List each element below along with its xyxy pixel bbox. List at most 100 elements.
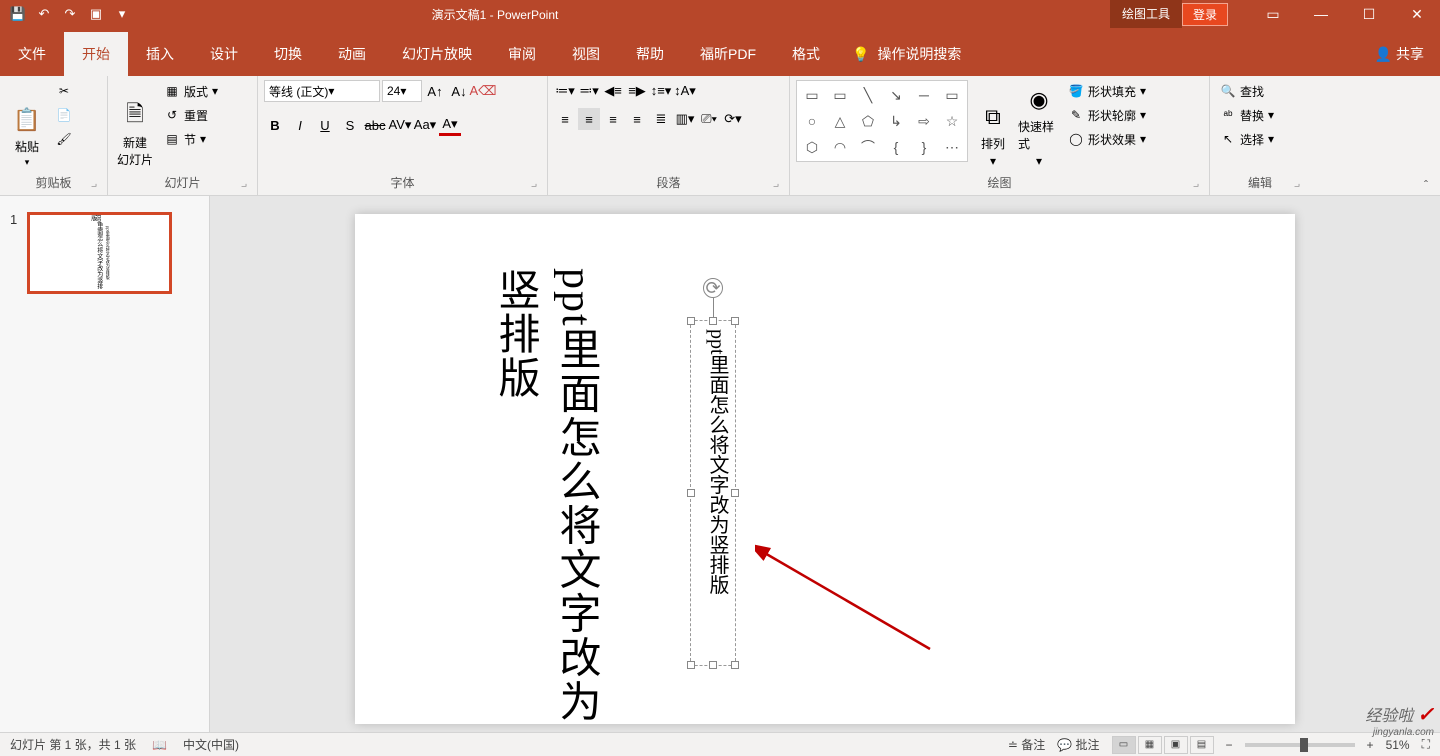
tell-me-search[interactable]: 💡 操作说明搜索 bbox=[838, 44, 975, 76]
zoom-slider[interactable] bbox=[1245, 743, 1355, 747]
comments-button[interactable]: 💬 批注 bbox=[1057, 736, 1099, 753]
layout-button[interactable]: ▦版式 ▾ bbox=[160, 80, 222, 102]
handle-tc[interactable] bbox=[709, 317, 717, 325]
align-right-button[interactable]: ≡ bbox=[602, 108, 624, 130]
thumbnail-item[interactable]: 1 ppt里面怎么将文字改为竖排版 ppt里面怎么将文字改为竖排版 bbox=[10, 212, 199, 294]
handle-br[interactable] bbox=[731, 661, 739, 669]
new-slide-button[interactable]: 🗎 新建 幻灯片 bbox=[114, 80, 156, 168]
small-vertical-text[interactable]: ppt里面怎么将文字改为竖排版 bbox=[703, 329, 732, 595]
selection-outline[interactable]: ppt里面怎么将文字改为竖排版 bbox=[690, 320, 736, 666]
spellcheck-icon[interactable]: 📖 bbox=[152, 738, 167, 752]
shape-effects-button[interactable]: ◯形状效果 ▾ bbox=[1064, 128, 1150, 150]
find-button[interactable]: 🔍查找 bbox=[1216, 80, 1278, 102]
copy-button[interactable]: 📄 bbox=[52, 104, 76, 126]
login-button[interactable]: 登录 bbox=[1182, 3, 1228, 26]
shapes-gallery[interactable]: ▭▭╲↘─▭ ○△⬠↳⇨☆ ⬡◠⌒{}⋯ bbox=[796, 80, 968, 162]
shape-textbox-icon[interactable]: ▭ bbox=[799, 83, 825, 107]
italic-button[interactable]: I bbox=[289, 114, 311, 136]
grow-font-button[interactable]: A↑ bbox=[424, 80, 446, 102]
font-size-select[interactable]: 24 ▾ bbox=[382, 80, 422, 102]
columns-button[interactable]: ▥▾ bbox=[674, 108, 696, 130]
bullets-button[interactable]: ≔▾ bbox=[554, 80, 576, 102]
zoom-out-button[interactable]: − bbox=[1226, 738, 1233, 752]
smartart-button[interactable]: ⟳▾ bbox=[722, 108, 744, 130]
selected-textbox[interactable]: ⟳ ppt里面怎么将文字改为竖排版 bbox=[690, 320, 736, 666]
ribbon-options-icon[interactable]: ▭ bbox=[1250, 0, 1296, 28]
justify-button[interactable]: ≡ bbox=[626, 108, 648, 130]
tab-slideshow[interactable]: 幻灯片放映 bbox=[384, 32, 490, 76]
slide[interactable]: ppt里面怎么将文字改为竖排版 ⟳ ppt里面怎么将文字改为竖排版 bbox=[355, 214, 1295, 724]
undo-icon[interactable]: ↶ bbox=[34, 4, 54, 24]
tab-format[interactable]: 格式 bbox=[774, 32, 838, 76]
zoom-in-button[interactable]: + bbox=[1367, 738, 1374, 752]
main-vertical-text[interactable]: ppt里面怎么将文字改为竖排版 bbox=[485, 268, 607, 724]
font-family-select[interactable]: 等线 (正文) ▾ bbox=[264, 80, 380, 102]
zoom-value[interactable]: 51% bbox=[1386, 738, 1410, 752]
language-button[interactable]: 中文(中国) bbox=[183, 736, 239, 753]
tab-file[interactable]: 文件 bbox=[0, 32, 64, 76]
handle-bc[interactable] bbox=[709, 661, 717, 669]
quick-styles-button[interactable]: ◉ 快速样式▾ bbox=[1018, 80, 1060, 168]
close-icon[interactable]: ✕ bbox=[1394, 0, 1440, 28]
shape-fill-button[interactable]: 🪣形状填充 ▾ bbox=[1064, 80, 1150, 102]
sorter-view-button[interactable]: ▦ bbox=[1138, 736, 1162, 754]
select-button[interactable]: ↖选择 ▾ bbox=[1216, 128, 1278, 150]
clear-format-button[interactable]: A⌫ bbox=[472, 80, 494, 102]
paste-button[interactable]: 📋 粘贴 ▾ bbox=[6, 80, 48, 168]
handle-mr[interactable] bbox=[731, 489, 739, 497]
align-center-button[interactable]: ≡ bbox=[578, 108, 600, 130]
minimize-icon[interactable]: — bbox=[1298, 0, 1344, 28]
thumbnail-preview[interactable]: ppt里面怎么将文字改为竖排版 ppt里面怎么将文字改为竖排版 bbox=[27, 212, 172, 294]
qat-more-icon[interactable]: ▾ bbox=[112, 4, 132, 24]
tab-animation[interactable]: 动画 bbox=[320, 32, 384, 76]
arrange-button[interactable]: ⧉ 排列▾ bbox=[972, 80, 1014, 168]
tab-transition[interactable]: 切换 bbox=[256, 32, 320, 76]
tab-foxit[interactable]: 福昕PDF bbox=[682, 32, 774, 76]
format-painter-button[interactable]: 🖌 bbox=[52, 128, 76, 150]
handle-ml[interactable] bbox=[687, 489, 695, 497]
startshow-icon[interactable]: ▣ bbox=[86, 4, 106, 24]
thumbnail-panel[interactable]: 1 ppt里面怎么将文字改为竖排版 ppt里面怎么将文字改为竖排版 bbox=[0, 196, 210, 732]
slide-canvas-area[interactable]: ppt里面怎么将文字改为竖排版 ⟳ ppt里面怎么将文字改为竖排版 bbox=[210, 196, 1440, 732]
redo-icon[interactable]: ↷ bbox=[60, 4, 80, 24]
slideshow-view-button[interactable]: ▤ bbox=[1190, 736, 1214, 754]
text-direction-button[interactable]: ↕A▾ bbox=[674, 80, 696, 102]
tab-insert[interactable]: 插入 bbox=[128, 32, 192, 76]
decrease-indent-button[interactable]: ◀≡ bbox=[602, 80, 624, 102]
normal-view-button[interactable]: ▭ bbox=[1112, 736, 1136, 754]
replace-button[interactable]: ᵃᵇ替换 ▾ bbox=[1216, 104, 1278, 126]
bold-button[interactable]: B bbox=[264, 114, 286, 136]
tab-review[interactable]: 审阅 bbox=[490, 32, 554, 76]
font-color-button[interactable]: A▾ bbox=[439, 114, 461, 136]
tab-design[interactable]: 设计 bbox=[192, 32, 256, 76]
section-button[interactable]: ▤节 ▾ bbox=[160, 128, 222, 150]
tab-help[interactable]: 帮助 bbox=[618, 32, 682, 76]
rotate-handle-icon[interactable]: ⟳ bbox=[703, 278, 723, 298]
align-text-button[interactable]: ⎚▾ bbox=[698, 108, 720, 130]
change-case-button[interactable]: Aa▾ bbox=[414, 114, 436, 136]
save-icon[interactable]: 💾 bbox=[8, 4, 28, 24]
notes-button[interactable]: ≐ 备注 bbox=[1008, 736, 1045, 753]
numbering-button[interactable]: ≕▾ bbox=[578, 80, 600, 102]
maximize-icon[interactable]: ☐ bbox=[1346, 0, 1392, 28]
shadow-button[interactable]: S bbox=[339, 114, 361, 136]
fit-window-button[interactable]: ⛶ bbox=[1422, 737, 1430, 752]
strike-button[interactable]: abc bbox=[364, 114, 386, 136]
underline-button[interactable]: U bbox=[314, 114, 336, 136]
reading-view-button[interactable]: ▣ bbox=[1164, 736, 1188, 754]
line-spacing-button[interactable]: ↕≡▾ bbox=[650, 80, 672, 102]
handle-tl[interactable] bbox=[687, 317, 695, 325]
zoom-thumb[interactable] bbox=[1300, 738, 1308, 752]
shrink-font-button[interactable]: A↓ bbox=[448, 80, 470, 102]
char-spacing-button[interactable]: AV▾ bbox=[389, 114, 411, 136]
increase-indent-button[interactable]: ≡▶ bbox=[626, 80, 648, 102]
cut-button[interactable]: ✂ bbox=[52, 80, 76, 102]
distribute-button[interactable]: ≣ bbox=[650, 108, 672, 130]
collapse-ribbon-button[interactable]: ˆ bbox=[1424, 178, 1428, 192]
shape-outline-button[interactable]: ✎形状轮廓 ▾ bbox=[1064, 104, 1150, 126]
tab-home[interactable]: 开始 bbox=[64, 32, 128, 76]
share-button[interactable]: 👤 共享 bbox=[1359, 44, 1440, 76]
handle-bl[interactable] bbox=[687, 661, 695, 669]
slide-info[interactable]: 幻灯片 第 1 张，共 1 张 bbox=[10, 736, 136, 753]
handle-tr[interactable] bbox=[731, 317, 739, 325]
